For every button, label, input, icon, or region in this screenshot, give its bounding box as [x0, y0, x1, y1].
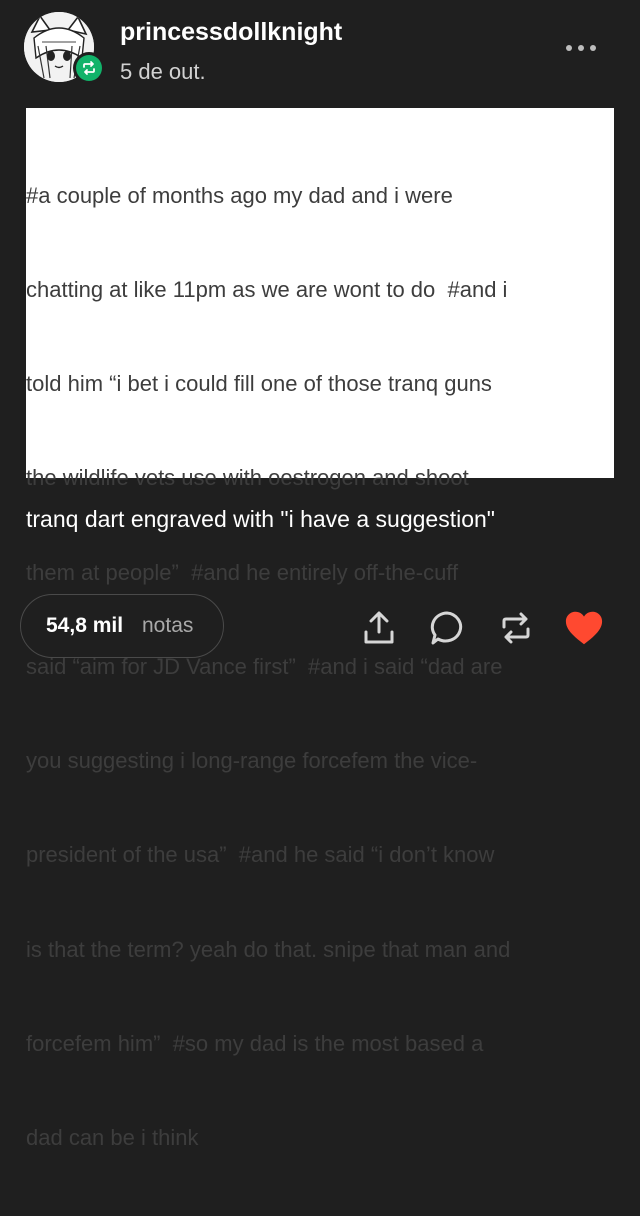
share-icon [364, 611, 394, 644]
tags-line: them at people” #and he entirely off-the… [26, 559, 459, 585]
tags-line: you suggesting i long-range forcefem the… [26, 748, 478, 774]
tags-image: #a couple of months ago my dad and i wer… [26, 108, 614, 1150]
post-date: 5 de out. [120, 59, 206, 84]
reblog-icon [83, 61, 95, 75]
post-caption: tranq dart engraved with "i have a sugge… [26, 506, 495, 532]
notes-count: 54,8 mil [46, 614, 124, 637]
notes-label: notas [142, 614, 194, 637]
reply-icon [430, 611, 463, 645]
reblog-icon [502, 612, 530, 644]
reblog-button[interactable] [496, 608, 536, 648]
tags-line: chatting at like 11pm as we are wont to … [26, 277, 508, 303]
tags-line: the wildlife vets use with oestrogen and… [26, 465, 469, 491]
tags-text: #a couple of months ago my dad and i wer… [26, 117, 614, 1216]
heart-icon [565, 611, 603, 645]
share-button[interactable] [359, 608, 399, 648]
more-button[interactable] [566, 38, 606, 58]
tags-line: dad can be i think [26, 1125, 199, 1150]
username[interactable]: princessdollknight [120, 18, 342, 47]
tags-line: forcefem him” #so my dad is the most bas… [26, 1030, 484, 1056]
tags-line: is that the term? yeah do that. snipe th… [26, 936, 511, 962]
reply-button[interactable] [427, 608, 467, 648]
post-header: princessdollknight 5 de out. [0, 0, 640, 108]
notes-button[interactable]: 54,8 mil notas [20, 594, 224, 658]
like-button[interactable] [564, 608, 604, 648]
reblog-badge [73, 52, 105, 84]
tags-line: told him “i bet i could fill one of thos… [26, 371, 492, 397]
tags-line: #a couple of months ago my dad and i wer… [26, 182, 453, 208]
tags-line: president of the usa” #and he said “i do… [26, 842, 495, 868]
more-dots-icon [566, 45, 572, 51]
